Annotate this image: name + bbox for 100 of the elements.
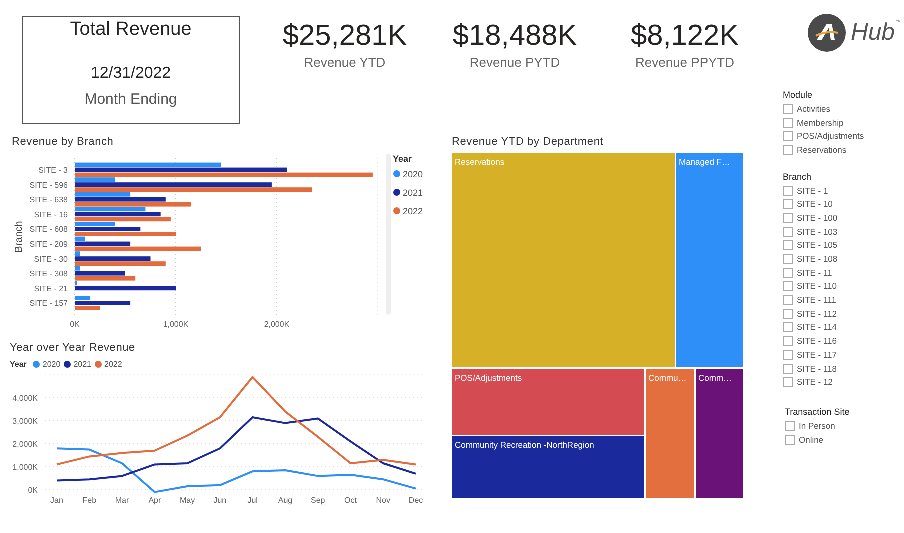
slicer-item[interactable]: SITE - 118: [797, 364, 837, 374]
category-label: SITE - 30: [34, 254, 68, 264]
checkbox[interactable]: [783, 295, 793, 306]
legend-label: 2021: [403, 188, 424, 198]
axis-tick-label: Jul: [248, 496, 258, 505]
kpi-label: Revenue PPYTD: [636, 55, 734, 70]
checkbox[interactable]: [785, 420, 795, 431]
axis-tick-label: Aug: [278, 496, 293, 505]
checkbox[interactable]: [783, 226, 793, 237]
slicer-item[interactable]: SITE - 110: [797, 281, 837, 292]
checkbox[interactable]: [783, 364, 793, 374]
axis-tick-label: Feb: [82, 496, 97, 505]
checkbox[interactable]: [783, 212, 793, 223]
axis-tick-label: 3,000K: [12, 417, 38, 426]
slicer-item[interactable]: SITE - 12: [797, 377, 833, 388]
category-label: SITE - 608: [30, 225, 68, 234]
checkbox[interactable]: [783, 268, 793, 278]
slicer-item[interactable]: SITE - 11: [797, 268, 832, 278]
kpi-label: Revenue PYTD: [470, 55, 560, 70]
treemap-tile[interactable]: POS/Adjustments: [452, 368, 644, 434]
slicer-item[interactable]: SITE - 117: [797, 350, 837, 360]
axis-tick-label: 1,000K: [12, 463, 38, 472]
slicer-item[interactable]: SITE - 111: [797, 295, 836, 306]
kpi-value: $18,488K: [452, 20, 578, 53]
treemap-tile[interactable]: Community Recreation -NorthRegion: [452, 436, 644, 498]
axis-tick-label: 0K: [28, 486, 38, 495]
chart-title: Revenue YTD by Department: [452, 135, 605, 150]
checkbox[interactable]: [783, 104, 793, 114]
axis-tick-label: 2,000K: [264, 320, 290, 329]
axis-tick-label: 1,000K: [163, 320, 189, 329]
slicer-item[interactable]: Membership: [797, 118, 844, 128]
axis-tick-label: Sep: [311, 496, 326, 505]
slicer-item[interactable]: Online: [799, 434, 824, 445]
checkbox[interactable]: [783, 336, 793, 346]
axis-tick-label: Dec: [408, 496, 424, 505]
checkbox[interactable]: [783, 377, 793, 388]
slicer-item[interactable]: SITE - 10: [797, 199, 833, 210]
checkbox[interactable]: [785, 434, 795, 445]
category-label: SITE - 3: [38, 166, 68, 175]
category-label: SITE - 596: [30, 180, 68, 190]
checkbox[interactable]: [783, 322, 793, 332]
chart-title: Year over Year Revenue: [9, 341, 136, 356]
logo-icon: [808, 14, 846, 52]
slicer-item[interactable]: SITE - 112: [797, 308, 837, 319]
legend-label: 2022: [403, 206, 424, 216]
legend-label: 2022: [104, 360, 122, 368]
slicer-item[interactable]: SITE - 100: [797, 212, 838, 223]
slicer-item[interactable]: SITE - 114: [797, 322, 837, 332]
axis-tick-label: Mar: [115, 496, 130, 505]
slicer-title: Branch: [783, 170, 813, 184]
category-label: SITE - 209: [30, 240, 68, 249]
axis-tick-label: Jan: [50, 496, 64, 505]
slicer-item[interactable]: SITE - 108: [797, 254, 838, 264]
checkbox[interactable]: [783, 240, 793, 250]
axis-tick-label: Nov: [376, 496, 391, 505]
legend-title: Year: [10, 360, 27, 368]
slicer-item[interactable]: SITE - 103: [797, 226, 838, 237]
chart-title: Revenue by Branch: [11, 135, 115, 150]
axis-tick-label: 4,000K: [12, 394, 38, 403]
slicer-item[interactable]: POS/Adjustments: [797, 131, 864, 142]
checkbox[interactable]: [783, 308, 793, 319]
slicer-title: Module: [783, 89, 814, 102]
axis-tick-label: Jun: [214, 496, 227, 505]
checkbox[interactable]: [783, 350, 793, 360]
slicer-item[interactable]: Activities: [797, 104, 831, 114]
slicer-item[interactable]: In Person: [799, 420, 836, 431]
axis-tick-label: 2,000K: [12, 440, 38, 449]
category-label: SITE - 638: [30, 196, 68, 205]
category-label: SITE - 21: [34, 284, 68, 294]
checkbox[interactable]: [783, 144, 793, 155]
axis-title: Branch: [14, 221, 25, 253]
axis-tick-label: Oct: [344, 496, 357, 505]
kpi-title: Total Revenue: [70, 19, 192, 41]
axis-tick-label: Apr: [148, 496, 162, 505]
kpi-date: 12/31/2022: [90, 65, 172, 83]
legend-title: Year: [393, 154, 412, 164]
slicer-item[interactable]: SITE - 105: [797, 240, 838, 250]
checkbox[interactable]: [783, 254, 793, 264]
legend-label: 2021: [74, 360, 92, 368]
legend-label: 2020: [403, 170, 424, 180]
kpi-value: $8,122K: [630, 20, 740, 53]
axis-tick-label: May: [180, 496, 196, 505]
checkbox[interactable]: [783, 199, 793, 210]
checkbox[interactable]: [783, 186, 793, 196]
category-label: SITE - 308: [30, 270, 68, 279]
checkbox[interactable]: [783, 281, 793, 292]
slicer-item[interactable]: SITE - 116: [797, 336, 837, 346]
logo-text: Hub: [851, 19, 896, 47]
kpi-value: $25,281K: [282, 20, 408, 53]
checkbox[interactable]: [783, 131, 793, 142]
axis-tick-label: 0K: [70, 320, 80, 329]
slicer-item[interactable]: Reservations: [797, 144, 847, 155]
kpi-caption: Month Ending: [84, 91, 178, 108]
kpi-label: Revenue YTD: [304, 55, 386, 70]
category-label: SITE - 16: [34, 210, 68, 220]
slicer-item[interactable]: SITE - 1: [797, 186, 828, 196]
legend-label: 2020: [42, 360, 61, 368]
slicer-title: Transaction Site: [785, 406, 851, 420]
checkbox[interactable]: [783, 118, 793, 128]
treemap-tile[interactable]: Comm…: [696, 368, 742, 498]
